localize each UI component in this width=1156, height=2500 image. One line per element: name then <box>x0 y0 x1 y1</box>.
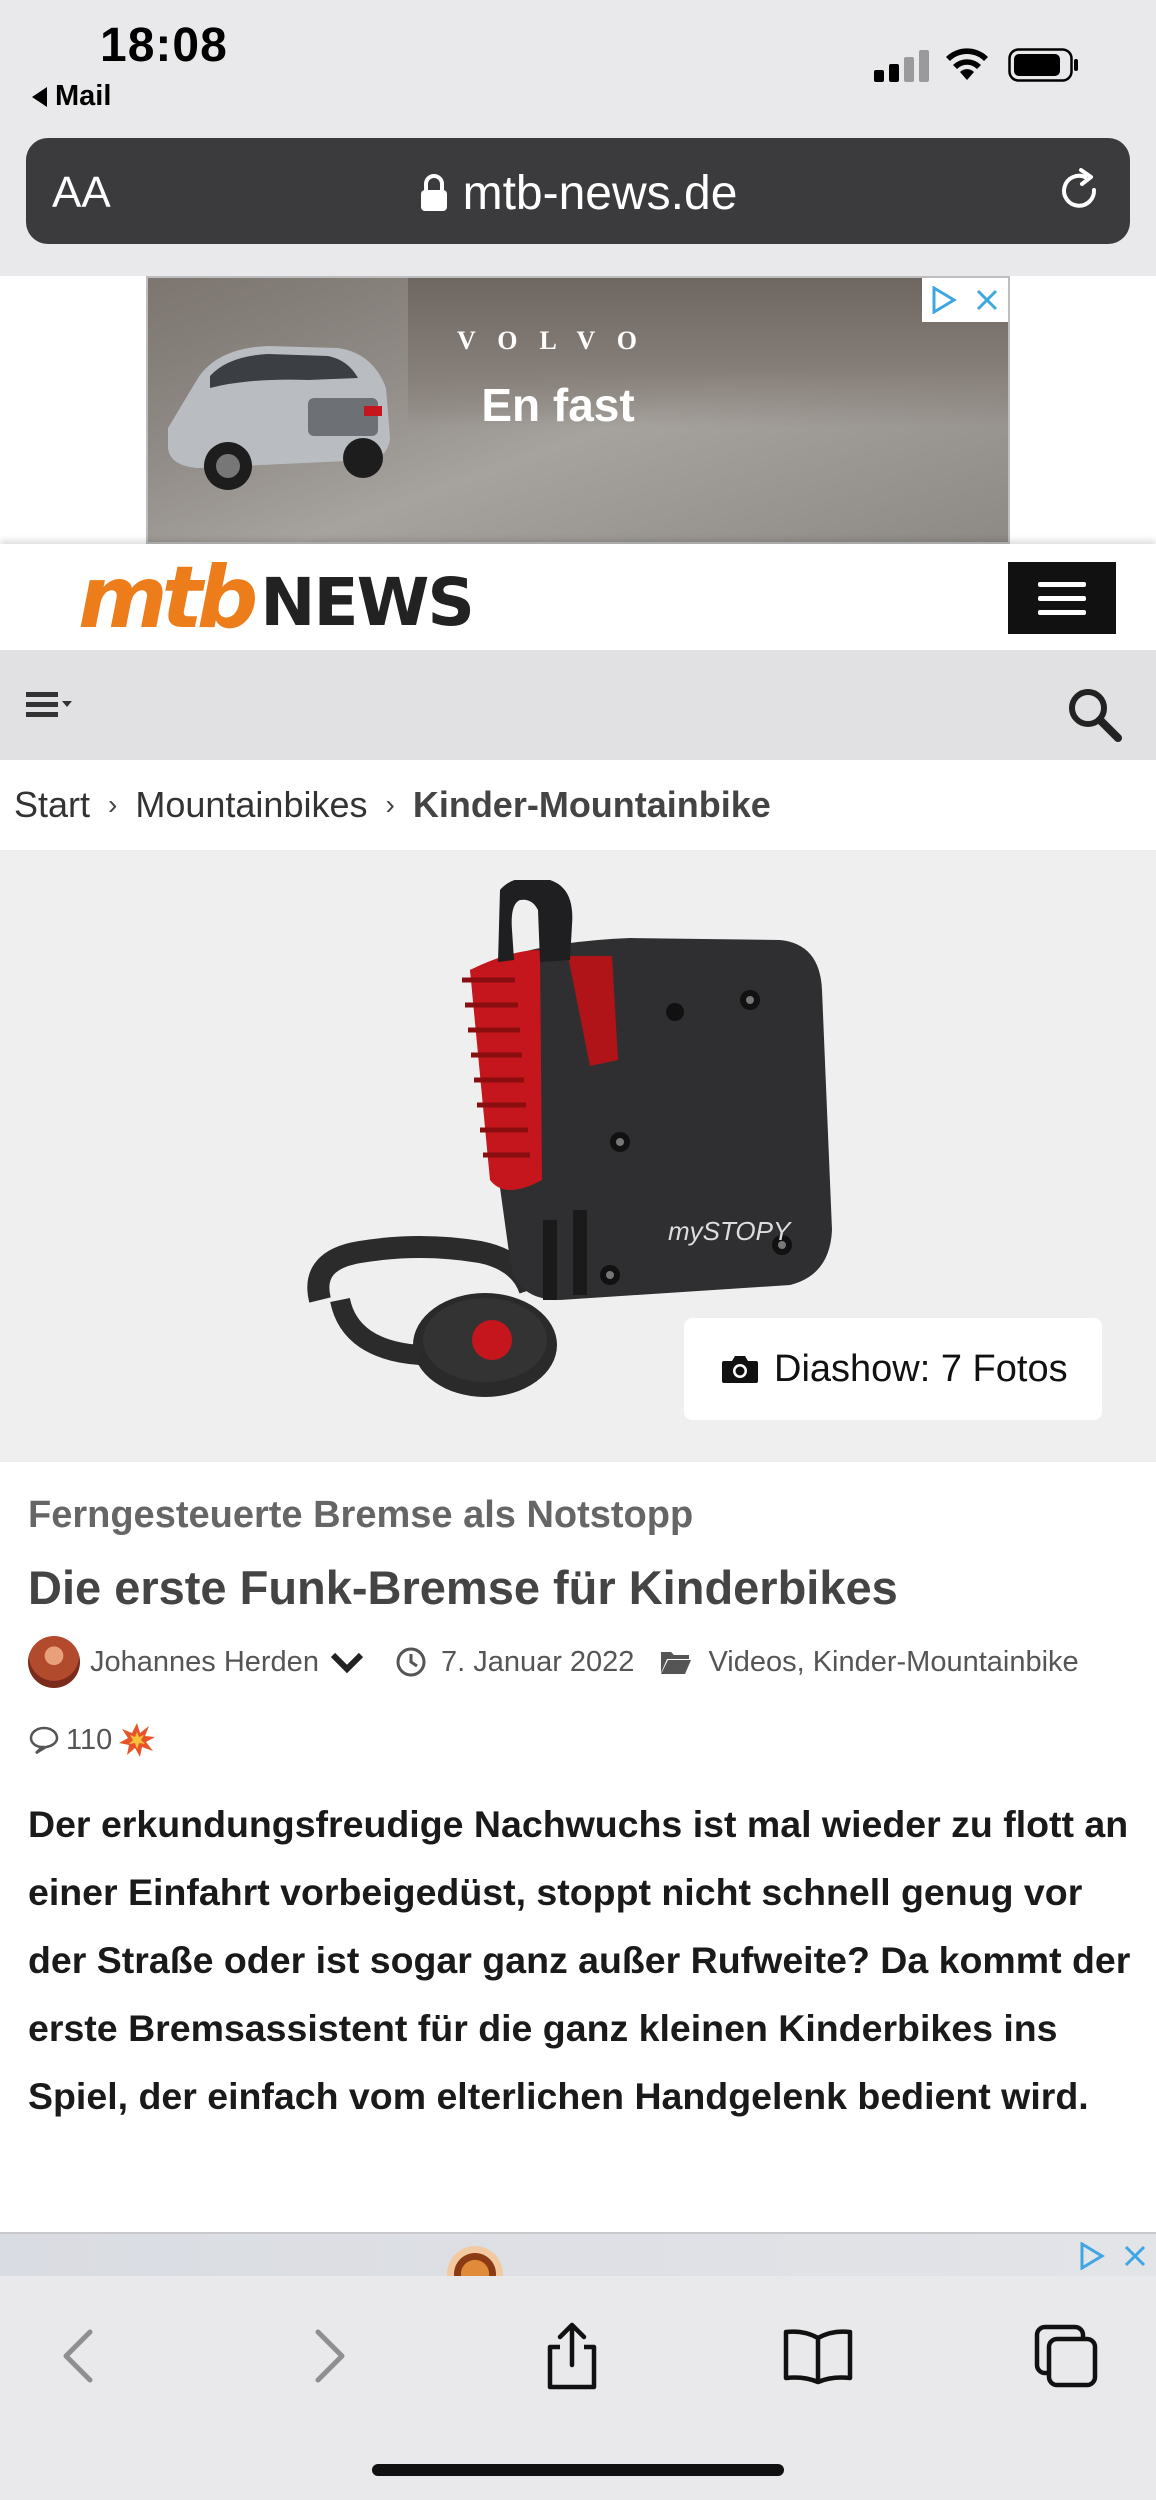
breadcrumb-item-start[interactable]: Start <box>14 784 90 826</box>
status-time: 18:08 <box>100 19 228 72</box>
author-avatar[interactable] <box>28 1636 80 1688</box>
back-to-app-link[interactable]: Mail <box>32 80 111 113</box>
back-triangle-icon <box>32 86 47 107</box>
comment-icon <box>29 1726 59 1755</box>
share-icon[interactable] <box>532 2316 612 2396</box>
tabs-icon[interactable] <box>1026 2316 1106 2396</box>
home-indicator <box>372 2464 784 2476</box>
logo-news: NEWS <box>260 564 475 641</box>
breadcrumb-separator: › <box>385 789 395 820</box>
address-bar[interactable]: AA mtb-news.de <box>26 138 1130 244</box>
ad-image <box>440 2244 510 2276</box>
adchoices-play-icon[interactable] <box>922 278 965 322</box>
hero-image[interactable]: mySTOPY Diashow: 7 Fotos <box>0 850 1156 1462</box>
article-lead: Der erkundungsfreudige Nachwuchs ist mal… <box>28 1803 1131 2117</box>
search-icon[interactable] <box>1066 686 1122 742</box>
section-toolbar <box>0 650 1156 760</box>
forward-arrow-icon[interactable] <box>290 2316 370 2396</box>
url-display[interactable]: mtb-news.de <box>26 166 1130 221</box>
hamburger-menu-icon[interactable] <box>1008 562 1116 634</box>
camera-icon <box>722 1356 758 1383</box>
breadcrumb-item-current[interactable]: Kinder-Mountainbike <box>413 784 771 826</box>
article-date: 7. Januar 2022 <box>440 1645 635 1678</box>
explosion-icon <box>119 1723 156 1757</box>
chevron-down-icon[interactable] <box>329 1650 365 1674</box>
cellular-signal-icon <box>874 50 930 82</box>
folder-icon <box>661 1652 692 1674</box>
back-arrow-icon[interactable] <box>38 2316 118 2396</box>
lock-icon <box>420 174 447 211</box>
comment-count: 110 <box>66 1723 113 1756</box>
slideshow-button[interactable]: Diashow: 7 Fotos <box>684 1318 1102 1420</box>
ad-choices[interactable] <box>922 278 1008 322</box>
breadcrumb-item-mountainbikes[interactable]: Mountainbikes <box>135 784 367 826</box>
list-menu-icon[interactable] <box>26 690 76 720</box>
article-meta: Johannes Herden 7. Januar 2022 Videos, K… <box>28 1634 1138 1690</box>
breadcrumb-separator: › <box>108 789 118 820</box>
article-headline: Die erste Funk-Bremse für Kinderbikes <box>28 1561 898 1614</box>
bookmarks-icon[interactable] <box>778 2316 858 2396</box>
author-name[interactable]: Johannes Herden <box>90 1646 319 1679</box>
wifi-icon <box>946 48 988 80</box>
ad-brand: VOLVO <box>457 326 659 355</box>
browser-address-area: AA mtb-news.de <box>0 130 1156 276</box>
mtb-news-logo[interactable]: mtb NEWS <box>78 548 475 648</box>
site-header: mtb NEWS <box>0 544 1156 650</box>
ad-strip: VOLVO En fast <box>0 276 1156 544</box>
close-icon[interactable] <box>1113 2234 1156 2276</box>
slideshow-label: Diashow: 7 Fotos <box>774 1347 1068 1390</box>
back-to-app-label: Mail <box>55 80 112 112</box>
battery-icon <box>1008 48 1078 82</box>
ad-slogan: En fast <box>481 379 635 431</box>
article-categories[interactable]: Videos, Kinder-Mountainbike <box>708 1646 1078 1679</box>
car-image <box>168 346 390 490</box>
adchoices-play-icon[interactable] <box>1070 2234 1113 2276</box>
comment-count-link[interactable]: 110 <box>28 1716 156 1764</box>
ad-choices[interactable] <box>1070 2234 1156 2276</box>
close-icon[interactable] <box>965 278 1008 322</box>
product-brand-label: mySTOPY <box>668 1216 792 1246</box>
breadcrumb: Start › Mountainbikes › Kinder-Mountainb… <box>14 760 1144 850</box>
clock-icon <box>396 1647 426 1677</box>
url-host-text: mtb-news.de <box>462 167 738 220</box>
bottom-ad-banner[interactable] <box>0 2232 1156 2276</box>
logo-mtb: mtb <box>78 548 258 648</box>
article-kicker: Ferngesteuerte Bremse als Notstopp <box>28 1494 694 1536</box>
status-bar: 18:08 Mail <box>0 0 1156 130</box>
reload-icon[interactable] <box>1054 166 1104 216</box>
volvo-ad-banner[interactable]: VOLVO En fast <box>146 276 1010 544</box>
